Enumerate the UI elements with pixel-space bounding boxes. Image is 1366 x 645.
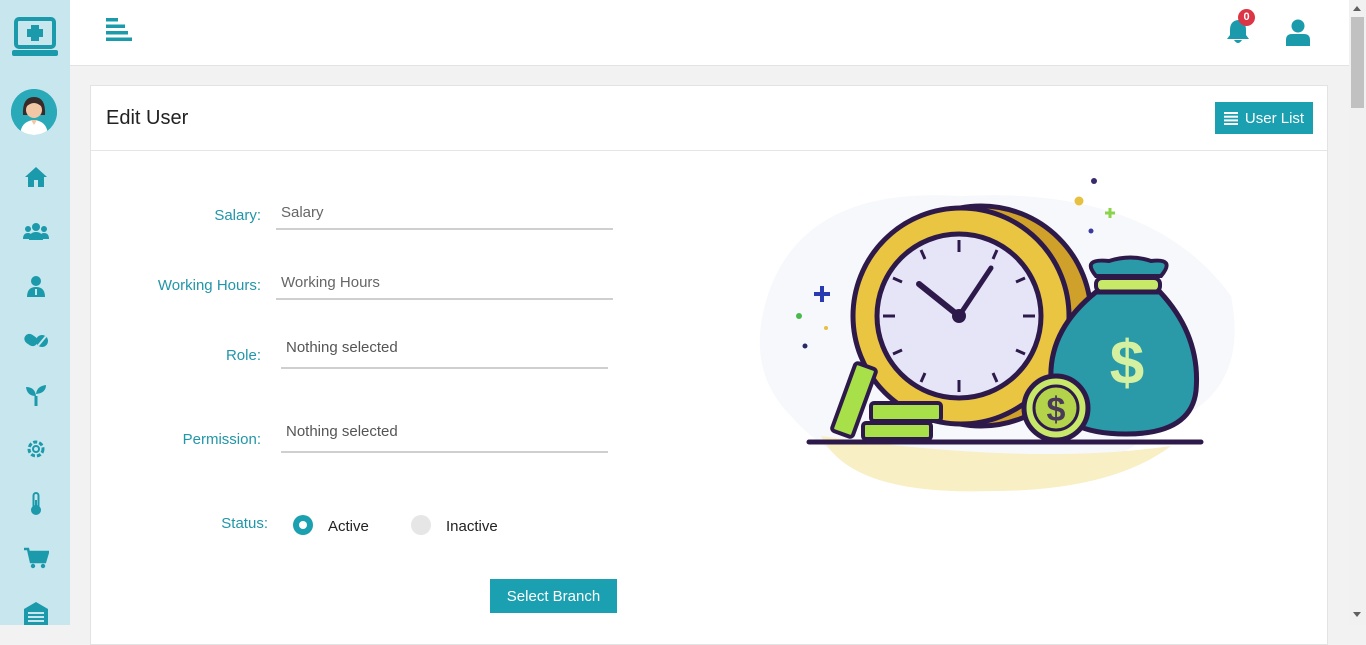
menu-toggle-icon[interactable] [106,18,132,42]
warehouse-icon[interactable] [23,600,49,626]
scroll-down-arrow-icon[interactable] [1353,612,1361,617]
thermometer-icon[interactable] [23,491,49,517]
salary-label: Salary: [214,207,261,224]
users-icon[interactable] [23,218,49,244]
status-inactive-label: Inactive [446,518,498,535]
sidebar [0,0,70,625]
edit-user-card: Edit User User List Salary: Working Hour… [90,85,1328,645]
cart-icon[interactable] [23,545,49,571]
home-icon[interactable] [23,164,49,190]
scroll-thumb[interactable] [1351,17,1364,108]
permission-select[interactable]: Nothing selected [281,421,608,453]
doctor-icon[interactable] [23,273,49,299]
svg-text:$: $ [1047,391,1066,429]
status-active-label: Active [328,518,369,535]
seedling-icon[interactable] [23,382,49,408]
notification-badge: 0 [1238,9,1255,26]
salary-input[interactable] [276,196,613,230]
working-hours-label: Working Hours: [157,277,261,294]
svg-text:$: $ [1110,329,1144,398]
page-title: Edit User [106,107,189,129]
user-profile-icon[interactable] [1286,19,1310,46]
user-list-button[interactable]: User List [1215,102,1313,134]
avatar[interactable] [11,89,57,135]
permission-selected-value: Nothing selected [286,423,398,440]
card-header: Edit User User List [91,86,1327,151]
role-selected-value: Nothing selected [286,339,398,356]
scroll-up-arrow-icon[interactable] [1353,6,1361,11]
status-label: Status: [221,515,268,532]
clock-money-illustration: $ $ [759,178,1235,492]
pills-icon[interactable] [23,327,49,353]
top-navbar: 0 [70,0,1349,66]
page-scrollbar[interactable] [1349,0,1366,625]
list-icon [1223,111,1238,125]
status-inactive-radio[interactable] [411,515,431,535]
role-select[interactable]: Nothing selected [281,337,608,369]
medical-monitor-logo-icon[interactable] [12,16,58,58]
user-list-label: User List [1244,109,1305,127]
status-active-radio[interactable] [293,515,313,535]
working-hours-input[interactable] [276,266,613,300]
permission-label: Permission: [182,431,261,448]
select-branch-button[interactable]: Select Branch [490,579,617,613]
role-label: Role: [225,347,261,364]
gear-icon[interactable] [23,436,49,462]
